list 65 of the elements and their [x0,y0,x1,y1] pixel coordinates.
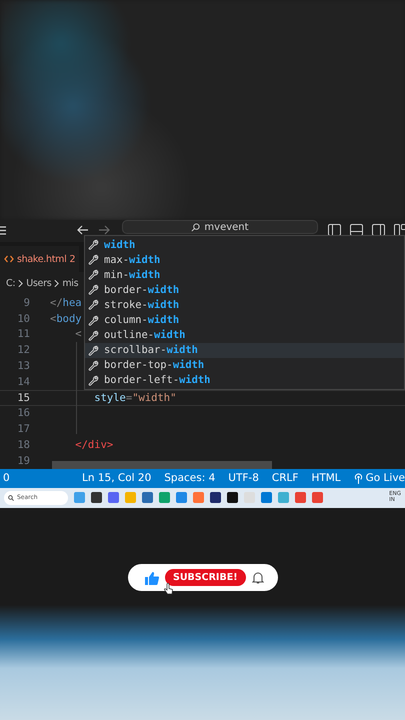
scrollbar[interactable] [52,460,272,469]
suggestion-item[interactable]: min-width [85,267,404,282]
status-item[interactable]: HTML [311,472,341,484]
chevron-icon [54,278,60,288]
code-file-icon [4,255,14,263]
suggestion-item[interactable]: column-width [85,312,404,328]
wrench-icon [88,239,99,250]
suggestion-item[interactable]: border-left-width [85,372,404,388]
breadcrumb-item[interactable]: mis [62,278,78,288]
line-number: 11 [16,328,30,340]
code-text: style="width" [93,392,176,404]
bell-icon[interactable] [252,571,264,584]
line-number: 13 [16,360,30,372]
status-item[interactable]: UTF-8 [228,472,259,484]
code-text: </div> [74,439,114,452]
status-item[interactable]: Spaces: 4 [164,472,216,484]
broadcast-icon [354,472,363,484]
thumbs-up-icon[interactable] [145,570,159,584]
forward-arrow-icon[interactable] [98,225,110,235]
wrench-icon [88,299,99,310]
go-live-button[interactable]: Go Live [354,472,405,484]
code-text: < [74,328,82,340]
search-icon [191,222,200,232]
chevron-icon [18,278,24,288]
wrench-icon [88,284,99,296]
suggestion-item[interactable]: outline-width [85,328,404,343]
suggestion-item[interactable]: border-width [85,282,404,298]
wrench-icon [88,360,99,371]
menu-icon[interactable] [0,226,6,235]
line-number: 15 [16,392,30,404]
suggestion-item[interactable]: border-top-width [85,358,404,373]
breadcrumb-item[interactable]: C: [6,278,16,288]
wrench-icon [88,269,99,280]
sidebar-layout-icon[interactable] [328,224,341,236]
suggestion-item[interactable]: max-width [85,252,404,268]
command-center-field[interactable]: mvevent [122,220,318,234]
subscribe-button[interactable]: SUBSCRIBE! [165,569,246,586]
wrench-icon [88,344,99,356]
status-item[interactable]: Ln 15, Col 20 [82,472,152,484]
wrench-icon [88,374,99,386]
editor-tab[interactable]: shake.html 2 [0,246,80,272]
grid-layout-icon[interactable] [394,224,405,236]
line-number: 14 [16,376,30,388]
wrench-icon [88,254,99,266]
suggestion-item[interactable]: scrollbar-width [85,342,404,358]
taskbar-apps-drawing[interactable] [74,491,326,504]
line-number: 10 [16,312,30,325]
wrench-icon [88,330,99,341]
code-text: </hea [50,296,82,309]
line-number: 12 [16,344,30,356]
suggestion-item[interactable]: width [85,237,404,252]
line-number: 9 [22,296,30,309]
suggestion-item[interactable]: stroke-width [85,297,404,312]
breadcrumb-item[interactable]: Users [26,278,52,288]
code-text: <body [50,312,82,325]
line-number: 17 [16,423,30,436]
line-number: 16 [16,407,30,420]
back-arrow-icon[interactable] [77,225,89,235]
problems-count[interactable]: 0 [3,472,10,484]
line-number: 19 [16,454,30,467]
wrench-icon [88,314,99,326]
line-number: 18 [16,439,30,452]
status-item[interactable]: CRLF [272,472,298,484]
search-icon [8,494,14,501]
split-layout-icon[interactable] [372,224,385,236]
